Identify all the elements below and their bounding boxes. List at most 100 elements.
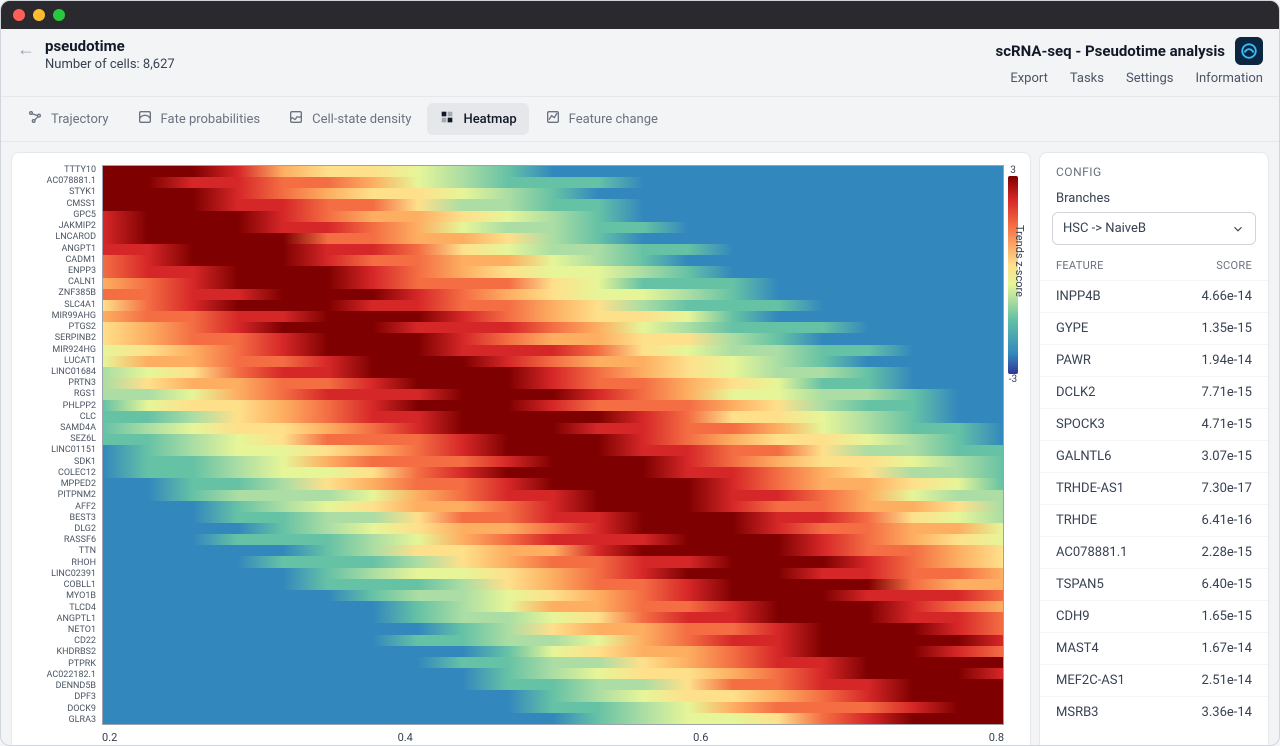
feature-score: 4.66e-14	[1202, 289, 1252, 304]
feature-row[interactable]: TRHDE6.41e-16	[1040, 504, 1268, 536]
colorbar-max: 3	[1010, 165, 1016, 176]
feature-name: GYPE	[1056, 321, 1088, 336]
feature-row[interactable]: CDH91.65e-15	[1040, 600, 1268, 632]
tab-heatmap[interactable]: Heatmap	[427, 103, 528, 135]
heatmap-row	[103, 445, 1003, 456]
heatmap-row	[103, 356, 1003, 367]
heatmap-plot[interactable]	[102, 165, 1004, 725]
menu-tasks[interactable]: Tasks	[1070, 71, 1104, 86]
heatmap-row	[103, 568, 1003, 579]
colorbar-label: Trends z-score	[1013, 225, 1026, 297]
feature-name: PAWR	[1056, 353, 1091, 368]
heatmap-row	[103, 378, 1003, 389]
gene-label: ANGPT1	[22, 244, 96, 254]
feature-score: 7.71e-15	[1202, 385, 1252, 400]
gene-label: COBLL1	[22, 580, 96, 590]
feature-row[interactable]: MEF2C-AS12.51e-14	[1040, 664, 1268, 696]
x-tick: 0.4	[398, 731, 413, 744]
gene-label: STYK1	[22, 187, 96, 197]
gene-label: LUCAT1	[22, 356, 96, 366]
feature-row[interactable]: TRHDE-AS17.30e-17	[1040, 472, 1268, 504]
x-tick: 0.6	[693, 731, 708, 744]
heatmap-row	[103, 635, 1003, 646]
gene-label: PHLPP2	[22, 401, 96, 411]
window-close-button[interactable]	[13, 9, 25, 21]
gene-label: DOCK9	[22, 704, 96, 714]
feature-row[interactable]: GALNTL63.07e-15	[1040, 440, 1268, 472]
tab-cell-state-density[interactable]: Cell-state density	[276, 103, 423, 135]
feature-header: FEATURE	[1056, 259, 1104, 272]
heatmap-row	[103, 690, 1003, 701]
header-menu: Export Tasks Settings Information	[1010, 71, 1263, 86]
heatmap-row	[103, 545, 1003, 556]
heatmap-row	[103, 278, 1003, 289]
heatmap-row	[103, 501, 1003, 512]
heatmap-row	[103, 702, 1003, 713]
gene-label: CMSS1	[22, 199, 96, 209]
heatmap-row	[103, 490, 1003, 501]
feature-row[interactable]: GYPE1.35e-15	[1040, 312, 1268, 344]
gene-label: LINC01684	[22, 367, 96, 377]
heatmap-row	[103, 244, 1003, 255]
feature-row[interactable]: SPOCK34.71e-15	[1040, 408, 1268, 440]
feature-list[interactable]: INPP4B4.66e-14GYPE1.35e-15 PAWR 1.94e-14 DC…	[1040, 280, 1268, 746]
feature-row[interactable]: INPP4B4.66e-14	[1040, 280, 1268, 312]
feature-name: AC078881.1	[1056, 545, 1127, 560]
heatmap-row	[103, 556, 1003, 567]
tab-fate-probabilities[interactable]: Fate probabilities	[125, 103, 273, 135]
content: TTTY10AC078881.1STYK1CMSS1GPC5JAKMIP2LNC…	[1, 142, 1279, 746]
gene-label: LINC01151	[22, 445, 96, 455]
feature-row[interactable]: MSRB33.36e-14	[1040, 696, 1268, 728]
tab-feature-change[interactable]: Feature change	[533, 103, 670, 135]
feature-row[interactable]: PAWR 1.94e-14	[1040, 344, 1268, 376]
feature-score: 1.94e-14	[1202, 353, 1252, 368]
branch-select[interactable]: HSC -> NaiveB	[1052, 212, 1256, 245]
heatmap-row	[103, 300, 1003, 311]
heatmap-row	[103, 233, 1003, 244]
gene-label: MPPED2	[22, 479, 96, 489]
heatmap-row	[103, 623, 1003, 634]
feature-name: MEF2C-AS1	[1056, 673, 1125, 688]
gene-label: COLEC12	[22, 468, 96, 478]
feature-row[interactable]: DCLK27.71e-15	[1040, 376, 1268, 408]
tab-label: Cell-state density	[312, 112, 411, 127]
config-panel: CONFIG Branches HSC -> NaiveB FEATURE SC…	[1039, 152, 1269, 746]
window-titlebar	[1, 1, 1279, 29]
back-arrow-icon[interactable]: ←	[17, 39, 35, 60]
tab-label: Feature change	[569, 112, 658, 127]
heatmap-row	[103, 523, 1003, 534]
feature-row[interactable]: MAST41.67e-14	[1040, 632, 1268, 664]
heatmap-row	[103, 177, 1003, 188]
window-minimize-button[interactable]	[33, 9, 45, 21]
branch-select-value: HSC -> NaiveB	[1063, 221, 1146, 236]
gene-label: MIR924HG	[22, 345, 96, 355]
gene-label: LNCAROD	[22, 232, 96, 242]
line-icon	[545, 109, 561, 129]
menu-export[interactable]: Export	[1010, 71, 1048, 86]
gene-label: TTTY10	[22, 165, 96, 175]
window-zoom-button[interactable]	[53, 9, 65, 21]
gene-label: SEZ6L	[22, 434, 96, 444]
gene-label: KHDRBS2	[22, 647, 96, 657]
heatmap-row	[103, 266, 1003, 277]
gene-label: BEST3	[22, 513, 96, 523]
feature-score: 2.28e-15	[1202, 545, 1252, 560]
gene-label: CALN1	[22, 277, 96, 287]
app-title: scRNA-seq - Pseudotime analysis	[996, 42, 1225, 60]
heatmap-x-ticks: 0.20.40.60.8	[102, 725, 1004, 744]
x-tick: 0.8	[989, 731, 1004, 744]
tab-trajectory[interactable]: Trajectory	[15, 103, 121, 135]
score-header: SCORE	[1216, 259, 1252, 272]
heatmap-row	[103, 657, 1003, 668]
heatmap-row	[103, 166, 1003, 177]
menu-information[interactable]: Information	[1195, 71, 1263, 86]
heatmap-row	[103, 400, 1003, 411]
density-icon	[288, 109, 304, 129]
menu-settings[interactable]: Settings	[1126, 71, 1173, 86]
heatmap-icon	[439, 109, 455, 129]
feature-row[interactable]: TSPAN56.40e-15	[1040, 568, 1268, 600]
heatmap-row	[103, 367, 1003, 378]
feature-name: TSPAN5	[1056, 577, 1104, 592]
feature-row[interactable]: AC078881.1 2.28e-15	[1040, 536, 1268, 568]
heatmap-row	[103, 646, 1003, 657]
